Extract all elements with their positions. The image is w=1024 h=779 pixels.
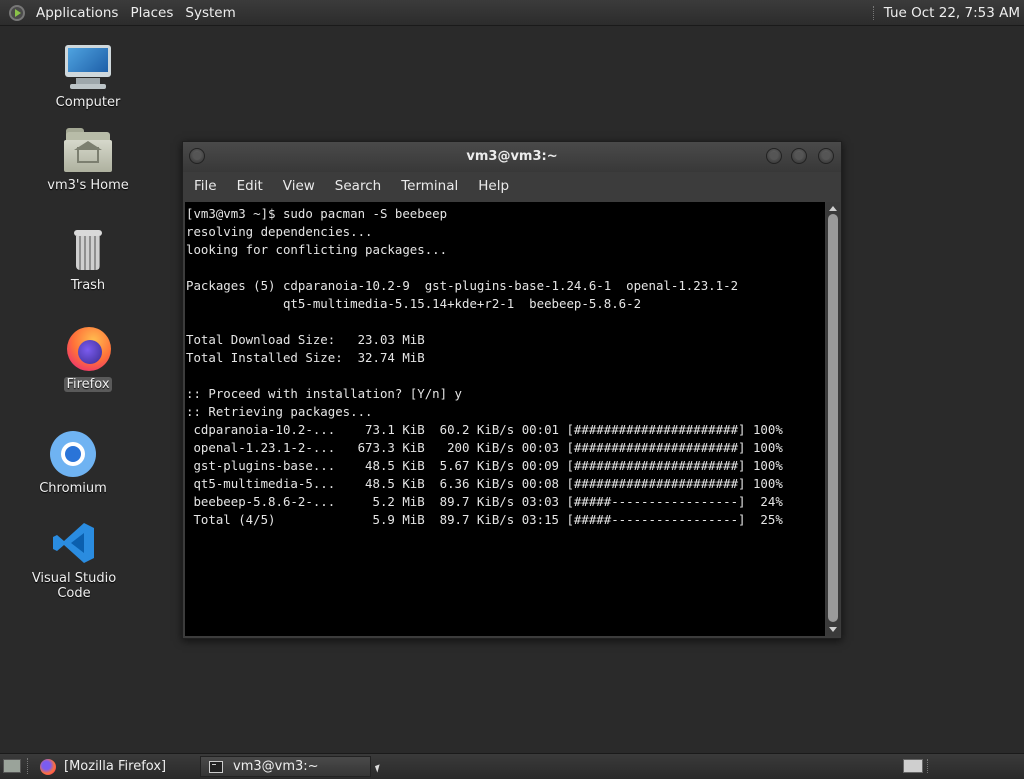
- maximize-button[interactable]: [791, 148, 807, 164]
- workspace-switcher-2[interactable]: [927, 759, 1020, 773]
- panel-separator: [27, 758, 28, 774]
- taskbar-item-firefox[interactable]: [Mozilla Firefox]: [30, 756, 200, 777]
- terminal-line: qt5-multimedia-5... 48.5 KiB 6.36 KiB/s …: [186, 476, 783, 491]
- desktop-icon-trash[interactable]: Trash: [33, 228, 143, 293]
- vscode-icon: [48, 521, 100, 567]
- scroll-down-icon[interactable]: [829, 627, 837, 632]
- menu-view[interactable]: View: [273, 178, 325, 194]
- desktop-icon-label: Firefox: [64, 377, 112, 392]
- home-folder-icon: [62, 128, 114, 174]
- workspace-switcher-1[interactable]: [903, 759, 923, 773]
- taskbar-item-label: [Mozilla Firefox]: [64, 759, 167, 774]
- terminal-line: :: Retrieving packages...: [186, 404, 373, 419]
- menu-edit[interactable]: Edit: [227, 178, 273, 194]
- terminal-line: openal-1.23.1-2-... 673.3 KiB 200 KiB/s …: [186, 440, 783, 455]
- menu-terminal[interactable]: Terminal: [391, 178, 468, 194]
- scroll-up-icon[interactable]: [829, 206, 837, 211]
- applications-menu[interactable]: Applications: [30, 5, 124, 21]
- terminal-line: cdparanoia-10.2-... 73.1 KiB 60.2 KiB/s …: [186, 422, 783, 437]
- window-titlebar[interactable]: vm3@vm3:~: [183, 142, 841, 172]
- desktop-icon-vscode[interactable]: Visual Studio Code: [19, 521, 129, 601]
- terminal-scrollbar[interactable]: [826, 202, 840, 636]
- desktop-icon-chromium[interactable]: Chromium: [18, 431, 128, 496]
- menu-search[interactable]: Search: [325, 178, 391, 194]
- computer-icon: [62, 45, 114, 91]
- terminal-line: :: Proceed with installation? [Y/n] y: [186, 386, 463, 401]
- window-title: vm3@vm3:~: [466, 149, 558, 164]
- desktop-icon-home[interactable]: vm3's Home: [33, 128, 143, 193]
- taskbar-item-label: vm3@vm3:~: [233, 759, 319, 774]
- menu-file[interactable]: File: [183, 178, 227, 194]
- close-button[interactable]: [818, 148, 834, 164]
- top-panel: Applications Places System Tue Oct 22, 7…: [0, 0, 1024, 26]
- panel-separator: [872, 5, 876, 20]
- terminal-line: Total Installed Size: 32.74 MiB: [186, 350, 425, 365]
- terminal-line: qt5-multimedia-5.15.14+kde+r2-1 beebeep-…: [186, 296, 642, 311]
- system-menu[interactable]: System: [179, 5, 241, 21]
- minimize-button[interactable]: [766, 148, 782, 164]
- clock[interactable]: Tue Oct 22, 7:53 AM: [884, 5, 1020, 21]
- places-menu[interactable]: Places: [124, 5, 179, 21]
- scrollbar-thumb[interactable]: [828, 214, 838, 622]
- desktop-icon-label: Computer: [55, 95, 121, 110]
- terminal-menubar: File Edit View Search Terminal Help: [183, 172, 841, 200]
- show-desktop-icon[interactable]: [3, 759, 21, 773]
- bottom-panel: [Mozilla Firefox] vm3@vm3:~: [0, 753, 1024, 779]
- terminal-icon: [209, 760, 223, 773]
- desktop-icon-label: Trash: [70, 278, 106, 293]
- menu-logo-icon[interactable]: [9, 4, 25, 21]
- desktop-icon-label: Visual Studio Code: [31, 571, 117, 601]
- chromium-icon: [47, 431, 99, 477]
- terminal-line: resolving dependencies...: [186, 224, 373, 239]
- terminal-line: gst-plugins-base... 48.5 KiB 5.67 KiB/s …: [186, 458, 783, 473]
- terminal-line: [vm3@vm3 ~]$ sudo pacman -S beebeep: [186, 206, 448, 221]
- terminal-line: Packages (5) cdparanoia-10.2-9 gst-plugi…: [186, 278, 739, 293]
- firefox-icon: [40, 758, 56, 775]
- terminal-line: looking for conflicting packages...: [186, 242, 448, 257]
- desktop-icon-label: vm3's Home: [47, 178, 129, 193]
- desktop-icon-label: Chromium: [39, 481, 107, 496]
- taskbar-item-terminal[interactable]: vm3@vm3:~: [200, 756, 371, 777]
- desktop-icon-firefox[interactable]: Firefox: [33, 327, 143, 392]
- desktop-icon-computer[interactable]: Computer: [33, 45, 143, 110]
- trash-icon: [62, 228, 114, 274]
- terminal-line: Total (4/5) 5.9 MiB 89.7 KiB/s 03:15 [##…: [186, 512, 783, 527]
- terminal-window[interactable]: vm3@vm3:~ File Edit View Search Terminal…: [182, 141, 842, 639]
- terminal-line: Total Download Size: 23.03 MiB: [186, 332, 425, 347]
- menu-help[interactable]: Help: [468, 178, 519, 194]
- terminal-line: beebeep-5.8.6-2-... 5.2 MiB 89.7 KiB/s 0…: [186, 494, 783, 509]
- firefox-icon: [62, 327, 114, 373]
- terminal-output[interactable]: [vm3@vm3 ~]$ sudo pacman -S beebeep reso…: [185, 202, 825, 636]
